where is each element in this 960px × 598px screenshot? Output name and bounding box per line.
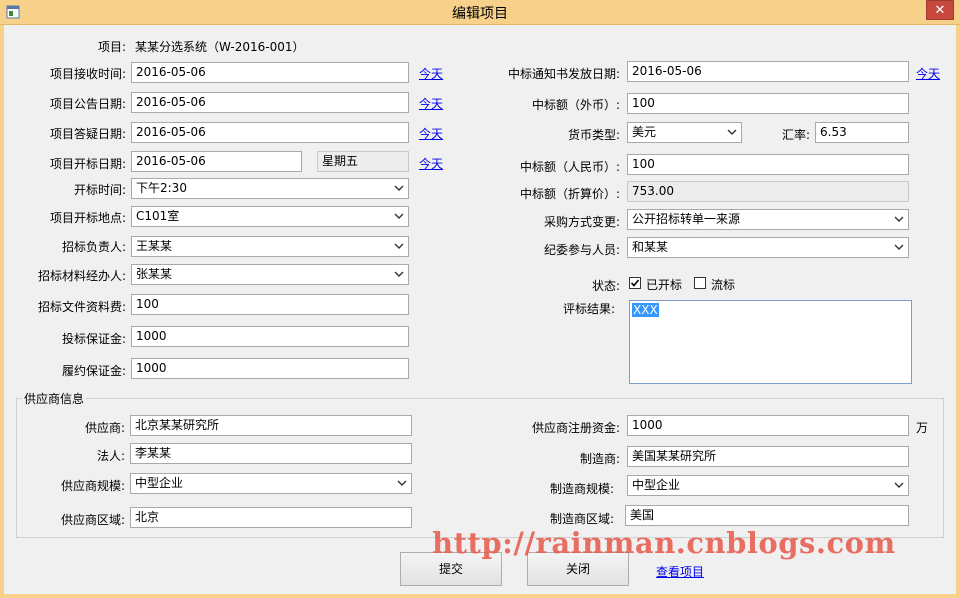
legal-person-input[interactable]: 李某某 [130,443,412,464]
currency-value: 美元 [632,125,657,139]
currency-select[interactable]: 美元 [627,122,742,143]
chevron-down-icon [727,129,737,135]
material-handler-label: 招标材料经办人: [37,269,126,283]
opened-checkbox-label: 已开标 [646,278,683,292]
bid-bond-input[interactable]: 1000 [131,326,409,347]
doc-fee-input[interactable]: 100 [131,294,409,315]
window-title: 编辑项目 [452,6,508,22]
chevron-down-icon [394,213,404,219]
supplier-name-input[interactable]: 北京某某研究所 [130,415,412,436]
receive-date-today-link[interactable]: 今天 [419,65,443,82]
failed-checkbox[interactable] [694,277,706,289]
qa-date-input[interactable]: 2016-05-06 [131,122,409,143]
manufacturer-scale-label: 制造商规模: [549,482,614,496]
announce-date-today-link[interactable]: 今天 [419,95,443,112]
supplier-scale-value: 中型企业 [135,476,184,490]
manufacturer-region-label: 制造商区域: [549,512,614,526]
manufacturer-scale-select[interactable]: 中型企业 [627,475,909,496]
supplier-group-title: 供应商信息 [22,390,87,407]
opened-checkbox[interactable] [629,277,641,289]
receive-date-label: 项目接收时间: [49,67,126,81]
announce-date-input[interactable]: 2016-05-06 [131,92,409,113]
legal-person-label: 法人: [96,449,125,463]
bid-owner-value: 王某某 [136,239,173,253]
discipline-member-value: 和某某 [632,240,669,254]
open-place-select[interactable]: C101室 [131,206,409,227]
manufacturer-input[interactable]: 美国某某研究所 [627,446,909,467]
evaluation-label: 评标结果: [562,302,615,316]
open-weekday-field: 星期五 [317,151,409,172]
amount-rmb-input[interactable]: 100 [627,154,909,175]
supplier-scale-select[interactable]: 中型企业 [130,473,412,494]
view-project-link[interactable]: 查看项目 [656,563,704,580]
registered-capital-label: 供应商注册资金: [531,421,620,435]
capital-unit: 万 [916,421,929,435]
bid-owner-label: 招标负责人: [61,240,126,254]
open-time-value: 下午2:30 [136,181,187,195]
chevron-down-icon [394,271,404,277]
open-date-today-link[interactable]: 今天 [419,155,443,172]
manufacturer-region-input[interactable]: 美国 [625,505,909,526]
chevron-down-icon [394,243,404,249]
currency-label: 货币类型: [567,128,620,142]
amount-foreign-label: 中标额（外币）: [531,98,620,112]
supplier-scale-label: 供应商规模: [60,479,125,493]
purchase-change-label: 采购方式变更: [543,215,620,229]
chevron-down-icon [394,185,404,191]
open-date-input[interactable]: 2016-05-06 [131,151,302,172]
amount-converted-label: 中标额（折算价）: [519,187,620,201]
registered-capital-input[interactable]: 1000 [627,415,909,436]
project-name: 某某分选系统（W-2016-001） [135,40,305,54]
qa-date-label: 项目答疑日期: [49,127,126,141]
close-window-button[interactable]: ✕ [926,0,954,20]
notice-date-label: 中标通知书发放日期: [507,67,620,81]
amount-rmb-label: 中标额（人民币）: [519,160,620,174]
discipline-member-label: 纪委参与人员: [543,243,620,257]
chevron-down-icon [894,244,904,250]
open-date-label: 项目开标日期: [49,157,126,171]
notice-date-today-link[interactable]: 今天 [916,65,940,82]
chevron-down-icon [397,480,407,486]
check-icon [630,279,640,287]
discipline-member-select[interactable]: 和某某 [627,237,909,258]
status-label: 状态: [591,279,620,293]
open-time-label: 开标时间: [73,183,126,197]
purchase-change-select[interactable]: 公开招标转单一来源 [627,209,909,230]
close-icon: ✕ [934,3,946,18]
evaluation-text: XXX [632,303,659,317]
announce-date-label: 项目公告日期: [49,97,126,111]
title-bar: 编辑项目 ✕ [0,0,960,25]
perf-bond-label: 履约保证金: [61,364,126,378]
rate-input[interactable]: 6.53 [815,122,909,143]
chevron-down-icon [894,482,904,488]
receive-date-input[interactable]: 2016-05-06 [131,62,409,83]
blog-watermark: http://rainman.cnblogs.com [432,526,896,560]
evaluation-textarea[interactable]: XXX [629,300,912,384]
manufacturer-scale-value: 中型企业 [632,478,681,492]
notice-date-input[interactable]: 2016-05-06 [627,61,909,82]
material-handler-select[interactable]: 张某某 [131,264,409,285]
doc-fee-label: 招标文件资料费: [37,300,126,314]
supplier-region-label: 供应商区域: [60,513,125,527]
material-handler-value: 张某某 [136,267,173,281]
open-place-value: C101室 [136,209,180,223]
purchase-change-value: 公开招标转单一来源 [632,212,741,226]
rate-label: 汇率: [781,128,810,142]
bid-owner-select[interactable]: 王某某 [131,236,409,257]
bid-bond-label: 投标保证金: [61,332,126,346]
manufacturer-label: 制造商: [579,452,620,466]
qa-date-today-link[interactable]: 今天 [419,125,443,142]
amount-foreign-input[interactable]: 100 [627,93,909,114]
open-place-label: 项目开标地点: [49,211,126,225]
amount-converted-field: 753.00 [627,181,909,202]
failed-checkbox-label: 流标 [711,278,736,292]
supplier-region-input[interactable]: 北京 [130,507,412,528]
project-label: 项目: [97,40,126,54]
perf-bond-input[interactable]: 1000 [131,358,409,379]
supplier-name-label: 供应商: [84,421,125,435]
open-time-select[interactable]: 下午2:30 [131,178,409,199]
chevron-down-icon [894,216,904,222]
